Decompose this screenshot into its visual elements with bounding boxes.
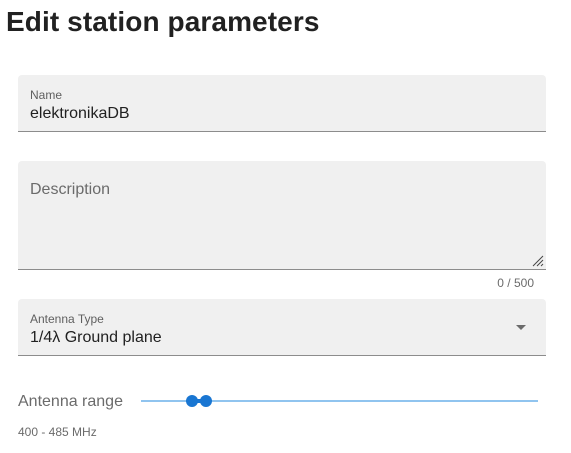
slider-thumb-low[interactable]	[185, 395, 198, 407]
antenna-range-readout: 400 - 485 MHz	[18, 425, 97, 439]
description-counter: 0 / 500	[497, 276, 534, 290]
antenna-range-slider[interactable]	[141, 390, 538, 412]
antenna-type-value[interactable]: 1/4λ Ground plane	[30, 329, 162, 347]
antenna-range-label: Antenna range	[18, 393, 123, 410]
name-input[interactable]: elektronikaDB	[30, 105, 130, 123]
antenna-type-label: Antenna Type	[30, 312, 104, 326]
name-field[interactable]: Name elektronikaDB	[18, 75, 546, 132]
dropdown-arrow-icon[interactable]	[516, 325, 526, 330]
slider-thumb-high[interactable]	[199, 395, 212, 407]
description-field[interactable]: Description	[18, 161, 546, 270]
description-input[interactable]: Description	[30, 181, 110, 199]
name-label: Name	[30, 88, 63, 102]
page-title: Edit station parameters	[6, 6, 320, 37]
antenna-type-select[interactable]: Antenna Type 1/4λ Ground plane	[18, 299, 546, 356]
resize-handle-icon[interactable]	[530, 253, 544, 267]
